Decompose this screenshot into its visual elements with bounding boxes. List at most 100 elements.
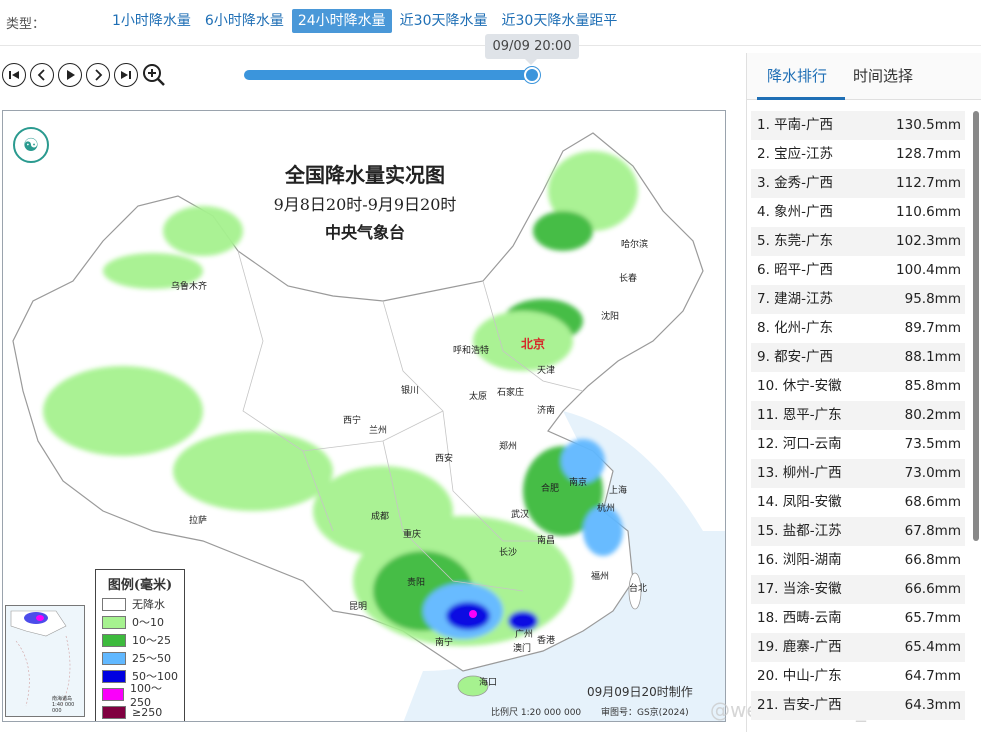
city-label: 济南 bbox=[537, 406, 556, 416]
city-label: 合肥 bbox=[541, 484, 560, 494]
ranking-row[interactable]: 7. 建湖-江苏 95.8mm bbox=[751, 285, 965, 314]
ranking-value: 73.5mm bbox=[904, 436, 961, 452]
panel-tabs: 降水排行 时间选择 bbox=[747, 53, 981, 100]
time-tooltip: 09/09 20:00 bbox=[485, 34, 579, 65]
ranking-scrollbar[interactable] bbox=[973, 111, 979, 541]
ranking-row[interactable]: 15. 盐都-江苏 67.8mm bbox=[751, 517, 965, 546]
ranking-value: 95.8mm bbox=[904, 291, 961, 307]
last-frame-button[interactable] bbox=[114, 63, 138, 87]
ranking-row[interactable]: 11. 恩平-广东 80.2mm bbox=[751, 401, 965, 430]
ranking-row[interactable]: 13. 柳州-广西 73.0mm bbox=[751, 459, 965, 488]
ranking-value: 66.6mm bbox=[904, 581, 961, 597]
tab-precip-ranking[interactable]: 降水排行 bbox=[767, 65, 827, 86]
ranking-row[interactable]: 16. 浏阳-湖南 66.8mm bbox=[751, 546, 965, 575]
zoom-in-icon bbox=[143, 64, 165, 86]
city-label: 武汉 bbox=[511, 510, 530, 520]
ranking-value: 100.4mm bbox=[896, 262, 961, 278]
time-slider[interactable] bbox=[244, 67, 540, 83]
tab-24h-precip[interactable]: 24小时降水量 bbox=[291, 9, 392, 33]
zoom-in-button[interactable] bbox=[142, 63, 166, 87]
ranking-row[interactable]: 9. 都安-广西 88.1mm bbox=[751, 343, 965, 372]
city-label: 哈尔滨 bbox=[621, 240, 649, 250]
play-button[interactable] bbox=[58, 63, 82, 87]
ranking-row[interactable]: 12. 河口-云南 73.5mm bbox=[751, 430, 965, 459]
ranking-station: 13. 柳州-广西 bbox=[757, 465, 842, 481]
first-frame-button[interactable] bbox=[2, 63, 26, 87]
city-label: 台北 bbox=[629, 584, 648, 594]
city-label: 成都 bbox=[371, 512, 390, 522]
city-label: 沈阳 bbox=[601, 312, 620, 322]
ranking-row[interactable]: 1. 平南-广西 130.5mm bbox=[751, 111, 965, 140]
city-label: 福州 bbox=[591, 572, 610, 582]
ranking-value: 65.4mm bbox=[904, 639, 961, 655]
ranking-station: 4. 象州-广西 bbox=[757, 204, 834, 220]
map-legend: 图例(毫米) 无降水 0～10 10～25 25～50 50～100 100～2… bbox=[95, 569, 185, 721]
chevron-right-icon bbox=[95, 69, 103, 81]
ranking-station: 16. 浏阳-湖南 bbox=[757, 552, 842, 568]
legend-label: ≥250 bbox=[132, 705, 163, 719]
legend-item: 100～250 bbox=[102, 682, 178, 709]
city-label: 拉萨 bbox=[189, 516, 208, 526]
city-label: 香港 bbox=[537, 636, 556, 646]
ranking-station: 14. 凤阳-安徽 bbox=[757, 494, 842, 510]
active-tab-indicator bbox=[757, 97, 845, 100]
ranking-row[interactable]: 20. 中山-广东 64.7mm bbox=[751, 662, 965, 691]
tab-6h-precip[interactable]: 6小时降水量 bbox=[199, 9, 290, 33]
ranking-row[interactable]: 4. 象州-广西 110.6mm bbox=[751, 198, 965, 227]
ranking-row[interactable]: 18. 西畴-云南 65.7mm bbox=[751, 604, 965, 633]
city-label: 杭州 bbox=[597, 504, 616, 514]
tab-30d-precip[interactable]: 近30天降水量 bbox=[394, 9, 494, 33]
ranking-row[interactable]: 10. 休宁-安徽 85.8mm bbox=[751, 372, 965, 401]
app-root: 类型： 1小时降水量 6小时降水量 24小时降水量 近30天降水量 近30天降水… bbox=[0, 0, 981, 732]
tab-time-select[interactable]: 时间选择 bbox=[853, 65, 913, 86]
next-frame-button[interactable] bbox=[86, 63, 110, 87]
legend-item: 10～25 bbox=[102, 631, 178, 649]
ranking-row[interactable]: 3. 金秀-广西 112.7mm bbox=[751, 169, 965, 198]
ranking-row[interactable]: 5. 东莞-广东 102.3mm bbox=[751, 227, 965, 256]
legend-label: 0～10 bbox=[132, 616, 164, 629]
ranking-station: 7. 建湖-江苏 bbox=[757, 291, 834, 307]
ranking-row[interactable]: 8. 化州-广东 89.7mm bbox=[751, 314, 965, 343]
legend-item: 无降水 bbox=[102, 595, 178, 613]
city-label: 上海 bbox=[609, 486, 628, 496]
ranking-station: 11. 恩平-广东 bbox=[757, 407, 842, 423]
ranking-station: 10. 休宁-安徽 bbox=[757, 378, 842, 394]
legend-swatch bbox=[102, 633, 126, 647]
chevron-left-icon bbox=[37, 69, 45, 81]
city-label: 海口 bbox=[479, 678, 498, 688]
player-controls bbox=[2, 63, 166, 87]
city-label: 郑州 bbox=[499, 442, 518, 452]
city-label: 西宁 bbox=[343, 416, 362, 426]
city-label: 石家庄 bbox=[497, 388, 525, 398]
ranking-value: 89.7mm bbox=[904, 320, 961, 336]
city-label: 呼和浩特 bbox=[453, 346, 490, 356]
city-label: 南宁 bbox=[435, 638, 454, 648]
ranking-value: 130.5mm bbox=[896, 117, 961, 133]
map-scale: 比例尺 1:20 000 000 bbox=[491, 708, 582, 718]
ranking-station: 21. 吉安-广西 bbox=[757, 697, 842, 713]
city-label: 长沙 bbox=[499, 548, 518, 558]
slider-handle[interactable] bbox=[524, 67, 540, 83]
ranking-value: 67.8mm bbox=[904, 523, 961, 539]
ranking-value: 64.3mm bbox=[904, 697, 961, 713]
ranking-row[interactable]: 21. 吉安-广西 64.3mm bbox=[751, 691, 965, 720]
ranking-value: 102.3mm bbox=[896, 233, 961, 249]
tab-30d-anomaly[interactable]: 近30天降水量距平 bbox=[496, 9, 624, 33]
city-label: 银川 bbox=[401, 386, 420, 396]
ranking-row[interactable]: 2. 宝应-江苏 128.7mm bbox=[751, 140, 965, 169]
map-subtitle: 9月8日20时-9月9日20时 bbox=[273, 195, 457, 214]
ranking-row[interactable]: 6. 昭平-广西 100.4mm bbox=[751, 256, 965, 285]
tab-1h-precip[interactable]: 1小时降水量 bbox=[106, 9, 197, 33]
legend-swatch bbox=[102, 597, 126, 611]
ranking-row[interactable]: 17. 当涂-安徽 66.6mm bbox=[751, 575, 965, 604]
legend-label: 25～50 bbox=[132, 652, 171, 665]
ranking-value: 64.7mm bbox=[904, 668, 961, 684]
prev-frame-button[interactable] bbox=[30, 63, 54, 87]
ranking-station: 15. 盐都-江苏 bbox=[757, 523, 842, 539]
ranking-list: 1. 平南-广西 130.5mm 2. 宝应-江苏 128.7mm 3. 金秀-广西 11… bbox=[751, 111, 965, 720]
precipitation-map[interactable]: ☯ 全国降水量实况图 9月8日20时-9月9日20时 中央气象台 哈尔滨 长春 … bbox=[2, 110, 726, 722]
ranking-row[interactable]: 14. 凤阳-安徽 68.6mm bbox=[751, 488, 965, 517]
ranking-row[interactable]: 19. 鹿寨-广西 65.4mm bbox=[751, 633, 965, 662]
city-label: 乌鲁木齐 bbox=[171, 282, 208, 292]
review-number: 审图号：GS京(2024) bbox=[601, 708, 689, 718]
